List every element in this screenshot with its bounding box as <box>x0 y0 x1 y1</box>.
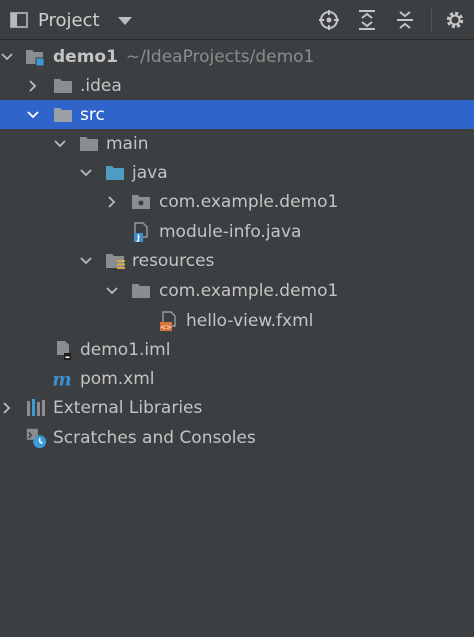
project-panel-header: Project <box>0 0 474 40</box>
folder-icon <box>130 280 152 302</box>
project-path: ~/IdeaProjects/demo1 <box>125 46 315 67</box>
tree-item-external-libraries[interactable]: External Libraries <box>0 393 474 422</box>
java-file-icon: J <box>130 221 152 243</box>
maven-icon: m <box>51 368 73 390</box>
chevron-down-icon[interactable] <box>79 166 93 180</box>
folder-icon <box>52 75 74 97</box>
tree-item-demo1[interactable]: demo1 ~/IdeaProjects/demo1 <box>0 42 474 71</box>
tree-item-scratches[interactable]: Scratches and Consoles <box>0 423 474 452</box>
folder-icon <box>52 104 74 126</box>
fxml-file-icon: <> <box>157 310 179 332</box>
tree-item-package-resources[interactable]: com.example.demo1 <box>0 276 474 305</box>
tree-item-label: module-info.java <box>159 221 302 242</box>
scratches-icon <box>25 427 47 449</box>
tree-item-idea[interactable]: .idea <box>0 71 474 100</box>
svg-text:m: m <box>52 369 71 390</box>
tree-item-main[interactable]: main <box>0 129 474 158</box>
iml-file-icon <box>52 339 74 361</box>
tree-item-label: src <box>80 104 105 125</box>
tree-item-label: com.example.demo1 <box>159 280 339 301</box>
resources-folder-icon <box>104 250 126 272</box>
tree-item-label: resources <box>132 250 215 271</box>
svg-text:J: J <box>136 233 140 242</box>
tree-item-label: demo1 <box>53 46 118 67</box>
chevron-right-icon[interactable] <box>105 195 119 209</box>
locate-icon[interactable] <box>317 8 341 32</box>
tree-item-label: demo1.iml <box>80 339 171 360</box>
package-icon <box>130 191 152 213</box>
tree-item-label: hello-view.fxml <box>186 310 314 331</box>
collapse-all-icon[interactable] <box>393 8 417 32</box>
tree-item-module-info[interactable]: J module-info.java <box>0 217 474 246</box>
chevron-right-icon[interactable] <box>0 401 14 415</box>
project-tree: demo1 ~/IdeaProjects/demo1 .idea src main <box>0 40 474 637</box>
tree-item-label: .idea <box>80 75 122 96</box>
tree-item-pom[interactable]: m pom.xml <box>0 364 474 393</box>
tree-item-java[interactable]: java <box>0 158 474 187</box>
tree-item-iml[interactable]: demo1.iml <box>0 335 474 364</box>
project-view-selector[interactable]: Project <box>8 6 132 34</box>
library-icon <box>25 397 47 419</box>
tree-item-label: java <box>132 162 168 183</box>
tree-item-label: pom.xml <box>80 368 155 389</box>
panel-title: Project <box>38 9 100 31</box>
chevron-down-icon[interactable] <box>26 108 40 122</box>
chevron-down-icon[interactable] <box>79 254 93 268</box>
chevron-down-icon[interactable] <box>53 137 67 151</box>
module-folder-icon <box>24 46 46 68</box>
tree-item-label: Scratches and Consoles <box>53 427 256 448</box>
tree-item-label: com.example.demo1 <box>159 191 339 212</box>
tree-item-package-java[interactable]: com.example.demo1 <box>0 187 474 216</box>
chevron-down-icon[interactable] <box>0 50 14 64</box>
expand-all-icon[interactable] <box>355 8 379 32</box>
chevron-down-icon[interactable] <box>105 284 119 298</box>
tree-item-label: main <box>106 133 149 154</box>
gear-icon[interactable] <box>431 8 468 32</box>
tree-item-label: External Libraries <box>53 397 203 418</box>
chevron-down-icon[interactable] <box>117 17 132 25</box>
chevron-right-icon[interactable] <box>26 79 40 93</box>
svg-text:<>: <> <box>160 323 172 331</box>
tree-item-resources[interactable]: resources <box>0 246 474 275</box>
header-toolbar <box>317 6 468 34</box>
project-icon <box>8 9 30 31</box>
folder-icon <box>78 133 100 155</box>
tree-item-hello-view[interactable]: <> hello-view.fxml <box>0 306 474 335</box>
source-folder-icon <box>104 162 126 184</box>
tree-item-src[interactable]: src <box>0 100 474 129</box>
